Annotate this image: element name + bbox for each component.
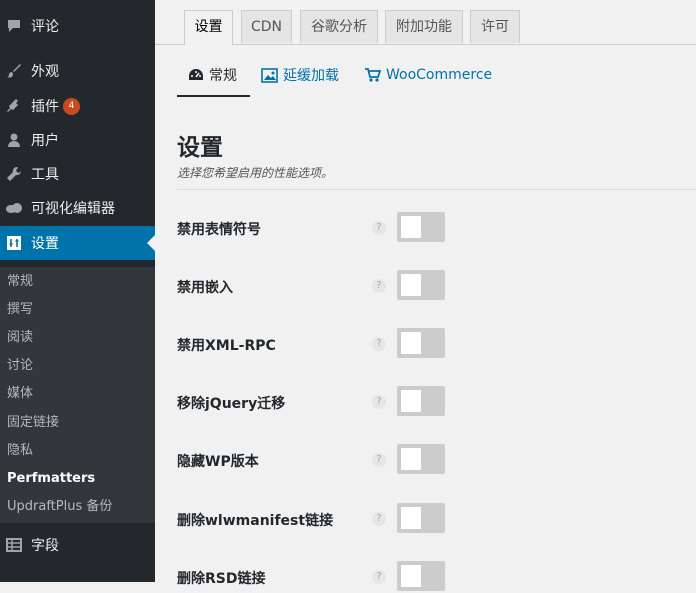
tab-settings[interactable]: 设置	[184, 10, 233, 45]
subtab-general[interactable]: 常规	[188, 64, 237, 86]
menu-comments[interactable]: 评论	[0, 9, 155, 43]
toggle-switch[interactable]	[397, 444, 445, 474]
comment-icon	[4, 16, 24, 36]
submenu-general[interactable]: 常规	[7, 271, 33, 293]
menu-label: 工具	[31, 167, 59, 183]
menu-tools[interactable]: 工具	[0, 157, 155, 191]
option-remove-wlwmanifest: 删除wlwmanifest链接 ?	[177, 503, 696, 535]
help-icon[interactable]: ?	[372, 453, 386, 467]
option-label: 隐藏WP版本	[177, 454, 259, 470]
toggle-knob	[401, 507, 421, 529]
option-hide-wp-version: 隐藏WP版本 ?	[177, 444, 696, 476]
help-icon[interactable]: ?	[372, 221, 386, 235]
brush-icon	[4, 61, 24, 81]
option-label: 禁用XML-RPC	[177, 338, 276, 354]
option-remove-rsd-link: 删除RSD链接 ?	[177, 561, 696, 593]
option-disable-embeds: 禁用嵌入 ?	[177, 270, 696, 302]
option-label: 删除RSD链接	[177, 571, 266, 587]
option-label: 禁用表情符号	[177, 222, 261, 238]
settings-submenu: 常规 撰写 阅读 讨论 媒体 固定链接 隐私 Perfmatters Updra…	[0, 267, 155, 523]
menu-label: 字段	[31, 538, 59, 554]
toggle-knob	[401, 565, 421, 587]
help-icon[interactable]: ?	[372, 395, 386, 409]
toggle-switch[interactable]	[397, 270, 445, 300]
toggle-knob	[401, 216, 421, 238]
toggle-switch[interactable]	[397, 386, 445, 416]
user-icon	[4, 130, 24, 150]
active-subtab-indicator	[177, 95, 250, 97]
divider	[177, 189, 696, 190]
menu-plugins[interactable]: 插件 4	[0, 89, 155, 123]
submenu-media[interactable]: 媒体	[7, 383, 33, 405]
submenu-updraftplus[interactable]: UpdraftPlus 备份	[7, 496, 112, 518]
sub-tabs: 常规 延缓加载 WooCommerce	[155, 56, 696, 98]
toggle-knob	[401, 448, 421, 470]
update-count-badge: 4	[63, 97, 80, 115]
option-label: 禁用嵌入	[177, 280, 233, 296]
settings-icon	[4, 233, 24, 253]
menu-label: 外观	[31, 64, 59, 80]
option-remove-jquery-migrate: 移除jQuery迁移 ?	[177, 386, 696, 418]
menu-appearance[interactable]: 外观	[0, 54, 155, 88]
cloud-icon	[4, 198, 24, 218]
admin-sidebar: 评论 外观 插件 4 用户 工具 可视化编辑器 设置 常规 撰写 阅读 讨论 媒…	[0, 0, 155, 582]
submenu-reading[interactable]: 阅读	[7, 327, 33, 349]
section-description: 选择您希望启用的性能选项。	[177, 166, 334, 180]
tab-extras[interactable]: 附加功能	[385, 10, 463, 43]
wrench-icon	[4, 164, 24, 184]
menu-label: 用户	[31, 133, 59, 149]
submenu-writing[interactable]: 撰写	[7, 299, 33, 321]
help-icon[interactable]: ?	[372, 512, 386, 526]
toggle-knob	[401, 274, 421, 296]
menu-label: 插件	[31, 99, 59, 115]
menu-label: 设置	[31, 236, 59, 252]
plugin-icon	[4, 96, 24, 116]
image-icon	[261, 67, 278, 83]
toggle-switch[interactable]	[397, 503, 445, 533]
toggle-knob	[401, 390, 421, 412]
toggle-switch[interactable]	[397, 212, 445, 242]
menu-settings[interactable]: 设置	[0, 226, 155, 260]
option-label: 移除jQuery迁移	[177, 396, 286, 412]
option-disable-xmlrpc: 禁用XML-RPC ?	[177, 328, 696, 360]
tab-google-analytics[interactable]: 谷歌分析	[300, 10, 378, 43]
tab-cdn[interactable]: CDN	[241, 10, 292, 43]
menu-users[interactable]: 用户	[0, 123, 155, 157]
subtab-label: 常规	[209, 68, 237, 84]
section-title: 设置	[177, 135, 223, 161]
submenu-perfmatters[interactable]: Perfmatters	[7, 468, 95, 490]
toggle-switch[interactable]	[397, 561, 445, 591]
option-disable-emojis: 禁用表情符号 ?	[177, 212, 696, 244]
menu-label: 评论	[31, 19, 59, 35]
option-label: 删除wlwmanifest链接	[177, 513, 334, 529]
submenu-privacy[interactable]: 隐私	[7, 440, 33, 462]
subtab-lazy-load[interactable]: 延缓加载	[261, 64, 339, 86]
toggle-switch[interactable]	[397, 328, 445, 358]
dashboard-icon	[189, 69, 203, 80]
table-icon	[4, 535, 24, 555]
toggle-knob	[401, 332, 421, 354]
nav-tabs: 设置 CDN 谷歌分析 附加功能 许可	[155, 0, 696, 45]
menu-fields[interactable]: 字段	[0, 528, 155, 562]
subtab-label: WooCommerce	[386, 67, 493, 83]
menu-label: 可视化编辑器	[31, 201, 115, 217]
main-content: 设置 CDN 谷歌分析 附加功能 许可 常规 延缓加载 WooCommerce …	[155, 0, 696, 591]
help-icon[interactable]: ?	[372, 337, 386, 351]
cart-icon	[365, 68, 381, 82]
subtab-label: 延缓加载	[283, 68, 339, 84]
submenu-permalinks[interactable]: 固定链接	[7, 412, 59, 434]
menu-visual-editor[interactable]: 可视化编辑器	[0, 191, 155, 225]
help-icon[interactable]: ?	[372, 279, 386, 293]
submenu-discussion[interactable]: 讨论	[7, 355, 33, 377]
subtab-woocommerce[interactable]: WooCommerce	[364, 64, 492, 86]
tab-license[interactable]: 许可	[470, 10, 520, 43]
